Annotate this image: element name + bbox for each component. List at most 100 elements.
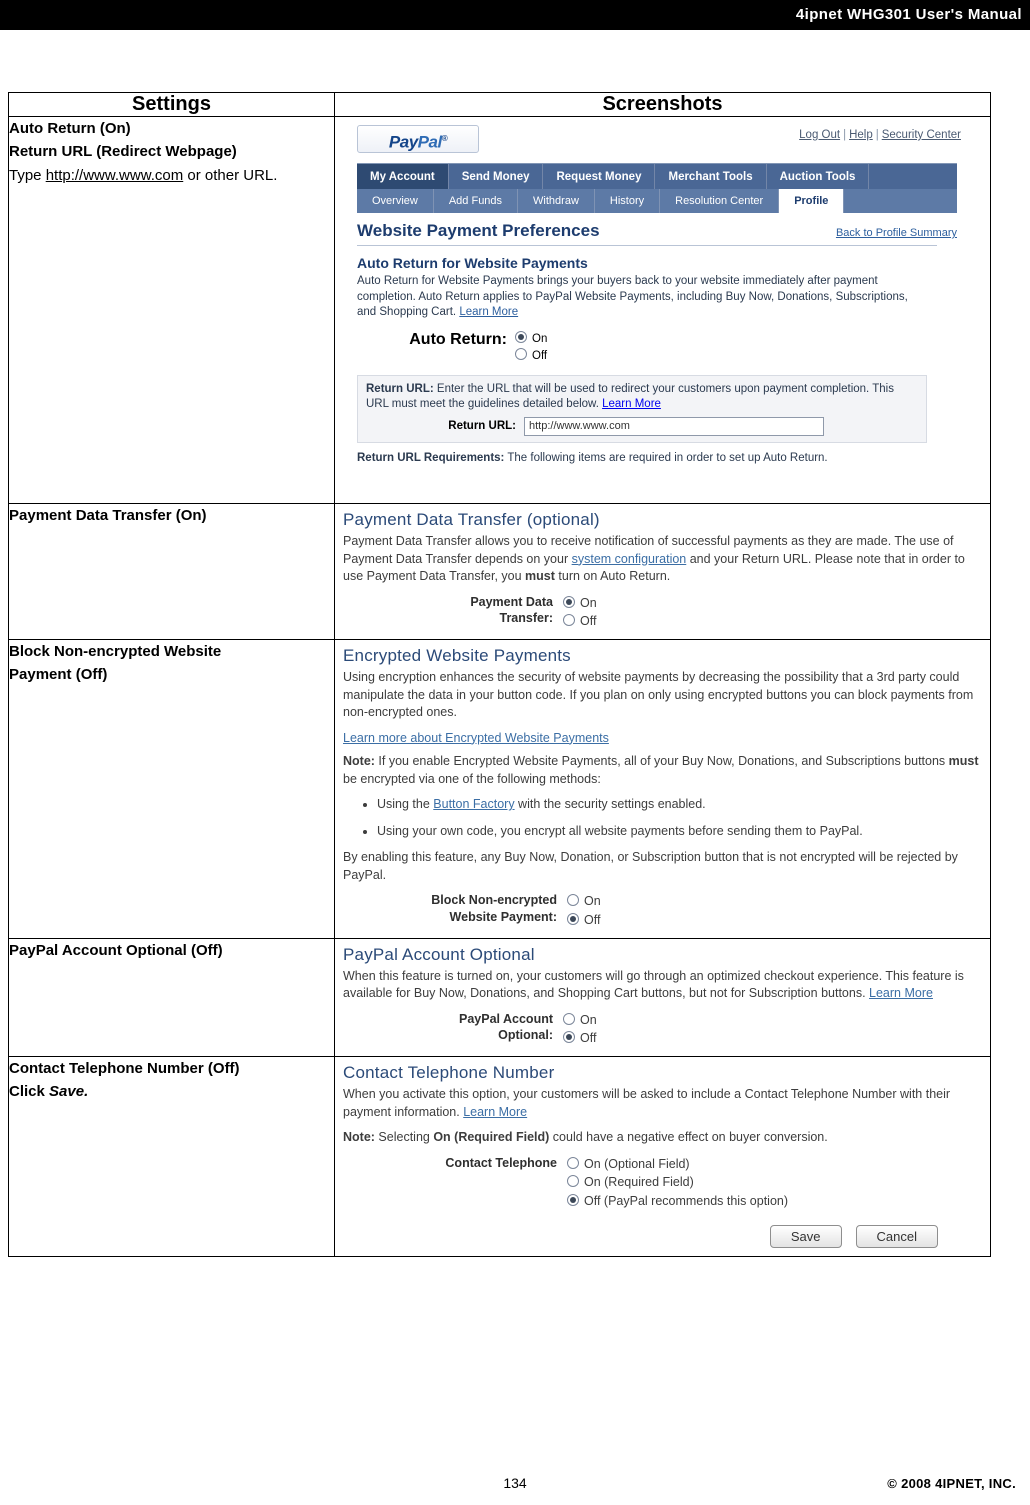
ctn-note-required: On (Required Field) (433, 1130, 550, 1144)
return-url-requirements-text: The following items are required in orde… (504, 451, 828, 464)
ewp-bullet1-pre: Using the (377, 797, 434, 811)
setting-line-auto-return: Auto Return (On) (9, 120, 131, 137)
save-button[interactable]: Save (769, 1224, 842, 1248)
help-link[interactable]: Help (849, 129, 873, 141)
pdt-off-option[interactable]: Off (563, 612, 597, 631)
ewp-off-option[interactable]: Off (567, 911, 601, 930)
page-header-bar: 4ipnet WHG301 User's Manual (0, 0, 1030, 30)
paypal-page-body: Back to Profile Summary Website Payment … (357, 221, 957, 464)
nav-tab-auction-tools[interactable]: Auction Tools (767, 164, 870, 190)
settings-cell-auto-return: Auto Return (On) Return URL (Redirect We… (8, 116, 335, 504)
subnav-tab-withdraw[interactable]: Withdraw (518, 189, 595, 213)
example-url-link[interactable]: http://www.www.com (46, 167, 184, 184)
pdt-on-option[interactable]: On (563, 594, 597, 613)
radio-off-icon[interactable] (515, 347, 527, 360)
radio-required-icon[interactable] (567, 1175, 579, 1188)
pdt-off-label: Off (580, 614, 597, 629)
radio-off-icon[interactable] (563, 1031, 575, 1044)
pao-on-label: On (580, 1012, 597, 1027)
auto-return-off-label: Off (532, 349, 548, 362)
ctn-learn-more-link[interactable]: Learn More (463, 1105, 527, 1119)
table-row: PayPal Account Optional (Off) PayPal Acc… (8, 937, 991, 1057)
logo-pal-text: Pal (417, 132, 443, 152)
ewp-on-option[interactable]: On (567, 892, 601, 911)
radio-on-icon[interactable] (563, 595, 575, 608)
button-factory-link[interactable]: Button Factory (433, 797, 514, 811)
return-url-input-row: Return URL: (366, 416, 918, 436)
back-to-profile-summary-link[interactable]: Back to Profile Summary (836, 227, 957, 239)
auto-return-off-option[interactable]: Off (515, 347, 548, 362)
auto-return-description: Auto Return for Website Payments brings … (357, 275, 908, 319)
return-url-input[interactable] (524, 416, 824, 436)
system-configuration-link[interactable]: system configuration (572, 552, 687, 566)
ctn-optional-option[interactable]: On (Optional Field) (567, 1155, 788, 1174)
auto-return-label: Auto Return: (409, 330, 507, 348)
settings-cell-account-optional: PayPal Account Optional (Off) (8, 937, 335, 1057)
auto-return-option-row: Auto Return: On Off (357, 330, 957, 365)
form-buttons: Save Cancel (343, 1224, 984, 1248)
radio-optional-icon[interactable] (567, 1156, 579, 1169)
radio-on-icon[interactable] (563, 1012, 575, 1025)
nav-tab-merchant-tools[interactable]: Merchant Tools (655, 164, 767, 190)
radio-off-icon[interactable] (567, 912, 579, 925)
subnav-tab-profile[interactable]: Profile (779, 189, 845, 213)
setting-line-block-non-encrypted-1: Block Non-encrypted Website (9, 643, 222, 660)
return-url-label: Return URL: (448, 420, 516, 433)
ewp-label-line2: Website Payment: (449, 909, 557, 924)
ctn-optional-label: On (Optional Field) (584, 1156, 690, 1171)
pdt-text-must: must (525, 569, 555, 583)
ewp-label: Block Non-encrypted Website Payment: (389, 892, 567, 926)
subnav-tab-overview[interactable]: Overview (357, 189, 434, 213)
logo-reg-mark: ® (441, 134, 448, 143)
return-url-learn-more-link[interactable]: Learn More (602, 398, 661, 410)
nav-tab-request-money[interactable]: Request Money (543, 164, 656, 190)
pao-options: On Off (563, 1011, 597, 1049)
ewp-options: On Off (567, 892, 601, 930)
auto-return-learn-more-link[interactable]: Learn More (459, 306, 518, 318)
pao-learn-more-link[interactable]: Learn More (869, 986, 933, 1000)
radio-on-icon[interactable] (567, 894, 579, 906)
manual-title: 4ipnet WHG301 User's Manual (795, 6, 1022, 23)
subnav-tab-add-funds[interactable]: Add Funds (434, 189, 519, 213)
settings-cell-block-non-encrypted: Block Non-encrypted Website Payment (Off… (8, 639, 335, 939)
ewp-method-list: Using the Button Factory with the securi… (343, 796, 984, 840)
pdt-options: On Off (563, 594, 597, 632)
setting-line-contact-telephone: Contact Telephone Number (Off) (9, 1060, 240, 1077)
return-url-note-label: Return URL: (366, 382, 434, 395)
subnav-tab-resolution-center[interactable]: Resolution Center (660, 189, 780, 213)
pao-label-line2: Optional: (498, 1028, 553, 1043)
ctn-title: Contact Telephone Number (343, 1063, 555, 1082)
nav-tab-my-account[interactable]: My Account (357, 164, 449, 190)
encrypted-website-payments-screenshot: Encrypted Website Payments Using encrypt… (335, 640, 990, 938)
link-separator-1: | (843, 129, 847, 141)
ctn-required-option[interactable]: On (Required Field) (567, 1173, 788, 1192)
pdt-text-post: turn on Auto Return. (554, 569, 671, 583)
settings-cell-contact-telephone: Contact Telephone Number (Off) Click Sav… (8, 1056, 335, 1257)
ewp-note-must: must (948, 754, 979, 768)
ewp-bullet1-post: with the security settings enabled. (514, 797, 706, 811)
ctn-off-option[interactable]: Off (PayPal recommends this option) (567, 1192, 788, 1211)
nav-tab-send-money[interactable]: Send Money (449, 164, 544, 190)
subnav-tab-history[interactable]: History (595, 189, 661, 213)
ctn-note-post: could have a negative effect on buyer co… (549, 1130, 828, 1144)
logout-link[interactable]: Log Out (799, 129, 840, 141)
setting-line-account-optional: PayPal Account Optional (Off) (9, 941, 223, 959)
ctn-required-label: On (Required Field) (584, 1175, 694, 1190)
paypal-top-links: Log Out | Help | Security Center (799, 129, 961, 141)
ctn-label: Contact Telephone (445, 1155, 557, 1170)
ewp-note-post: be encrypted via one of the following me… (343, 771, 601, 786)
paypal-page-title: Website Payment Preferences (357, 221, 600, 240)
security-center-link[interactable]: Security Center (882, 129, 961, 141)
radio-off-icon[interactable] (567, 1194, 579, 1206)
learn-more-encrypted-payments-link[interactable]: Learn more about Encrypted Website Payme… (343, 731, 609, 745)
contact-telephone-number-screenshot: Contact Telephone Number When you activa… (335, 1057, 990, 1256)
auto-return-on-option[interactable]: On (515, 330, 547, 345)
pdt-label-line2: Transfer: (499, 611, 554, 626)
pdt-title: Payment Data Transfer (optional) (343, 510, 600, 529)
setting-line-type-url: Type http://www.www.com or other URL. (9, 164, 334, 187)
pao-on-option[interactable]: On (563, 1011, 597, 1030)
pao-off-option[interactable]: Off (563, 1029, 597, 1048)
radio-on-icon[interactable] (515, 330, 527, 343)
radio-off-icon[interactable] (563, 614, 575, 627)
cancel-button[interactable]: Cancel (855, 1224, 938, 1248)
